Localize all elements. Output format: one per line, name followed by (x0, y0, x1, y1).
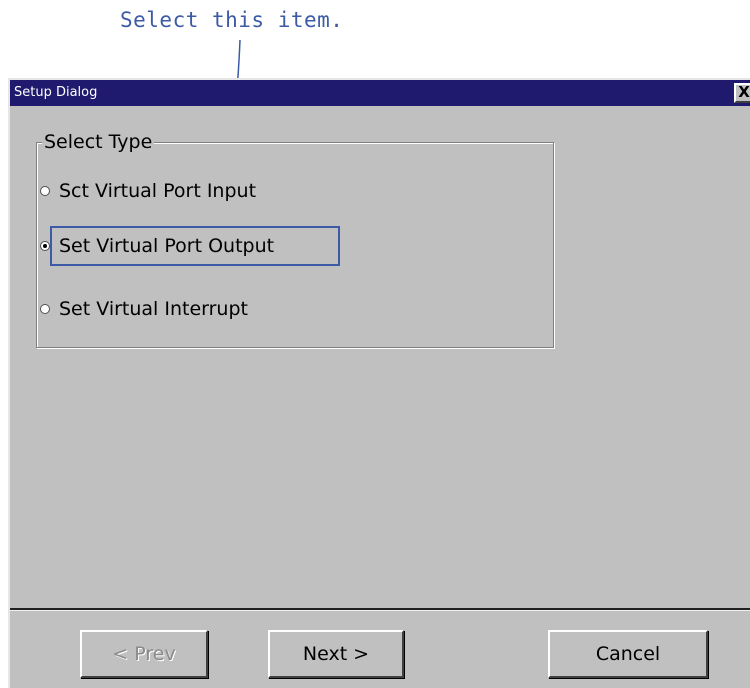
screenshot-canvas: Select this item. Setup Dialog X Select … (0, 0, 750, 688)
radio-button-selected-icon[interactable] (40, 241, 50, 251)
button-separator (10, 608, 750, 611)
radio-set-virtual-port-output[interactable]: Set Virtual Port Output (40, 233, 274, 259)
dialog-titlebar[interactable]: Setup Dialog X (10, 80, 750, 106)
cancel-button[interactable]: Cancel (548, 630, 708, 678)
close-icon: X (738, 83, 750, 101)
radio-label: Sct Virtual Port Input (59, 180, 257, 202)
radio-button-icon[interactable] (40, 186, 50, 196)
prev-button[interactable]: < Prev (80, 630, 208, 678)
annotation-callout: Select this item. (120, 8, 344, 32)
dialog-title: Setup Dialog (14, 85, 98, 100)
groupbox-label: Select Type (42, 131, 155, 153)
setup-dialog: Setup Dialog X Select Type Sct Virtual P… (8, 78, 750, 688)
radio-label: Set Virtual Port Output (59, 235, 275, 257)
close-button[interactable]: X (734, 83, 750, 103)
next-button[interactable]: Next > (268, 630, 404, 678)
radio-set-virtual-interrupt[interactable]: Set Virtual Interrupt (40, 296, 248, 322)
radio-button-icon[interactable] (40, 304, 50, 314)
radio-set-virtual-port-input[interactable]: Sct Virtual Port Input (40, 178, 256, 204)
radio-label: Set Virtual Interrupt (59, 298, 248, 320)
